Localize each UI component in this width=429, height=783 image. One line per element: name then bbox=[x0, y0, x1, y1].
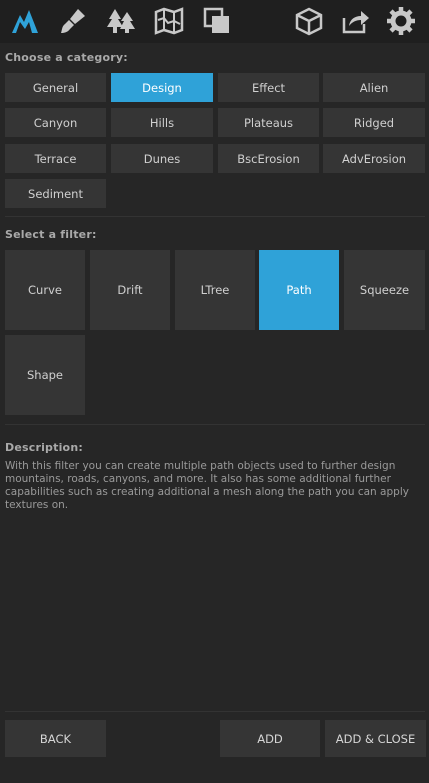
category-plateaus[interactable]: Plateaus bbox=[218, 108, 319, 137]
map-icon[interactable] bbox=[152, 4, 186, 38]
trees-icon[interactable] bbox=[104, 4, 138, 38]
filter-drift[interactable]: Drift bbox=[90, 250, 170, 330]
category-bscerosion[interactable]: BscErosion bbox=[218, 144, 319, 173]
filter-ltree[interactable]: LTree bbox=[175, 250, 255, 330]
category-ridged[interactable]: Ridged bbox=[323, 108, 425, 137]
add-button[interactable]: ADD bbox=[220, 720, 320, 757]
filter-path[interactable]: Path bbox=[259, 250, 339, 330]
category-adverosion[interactable]: AdvErosion bbox=[323, 144, 425, 173]
cube-icon[interactable] bbox=[292, 4, 326, 38]
mountain-logo-icon[interactable] bbox=[8, 4, 42, 38]
category-terrace[interactable]: Terrace bbox=[5, 144, 106, 173]
divider bbox=[5, 216, 425, 217]
filter-squeeze[interactable]: Squeeze bbox=[344, 250, 425, 330]
back-button[interactable]: BACK bbox=[5, 720, 106, 757]
filter-curve[interactable]: Curve bbox=[5, 250, 85, 330]
divider bbox=[5, 711, 425, 712]
category-design[interactable]: Design bbox=[111, 73, 213, 102]
gear-icon[interactable] bbox=[384, 4, 418, 38]
filter-shape[interactable]: Shape bbox=[5, 335, 85, 415]
category-effect[interactable]: Effect bbox=[218, 73, 319, 102]
category-canyon[interactable]: Canyon bbox=[5, 108, 106, 137]
layers-icon[interactable] bbox=[200, 4, 234, 38]
divider bbox=[5, 424, 425, 425]
category-hills[interactable]: Hills bbox=[111, 108, 213, 137]
brush-icon[interactable] bbox=[56, 4, 90, 38]
top-toolbar bbox=[0, 0, 429, 43]
category-general[interactable]: General bbox=[5, 73, 106, 102]
description-text: With this filter you can create multiple… bbox=[5, 460, 409, 511]
category-label: Choose a category: bbox=[5, 51, 128, 64]
add-close-button[interactable]: ADD & CLOSE bbox=[325, 720, 426, 757]
category-sediment[interactable]: Sediment bbox=[5, 179, 106, 208]
description-label: Description: bbox=[5, 441, 83, 454]
share-icon[interactable] bbox=[338, 4, 372, 38]
filter-label: Select a filter: bbox=[5, 228, 97, 241]
category-alien[interactable]: Alien bbox=[323, 73, 425, 102]
category-dunes[interactable]: Dunes bbox=[111, 144, 213, 173]
